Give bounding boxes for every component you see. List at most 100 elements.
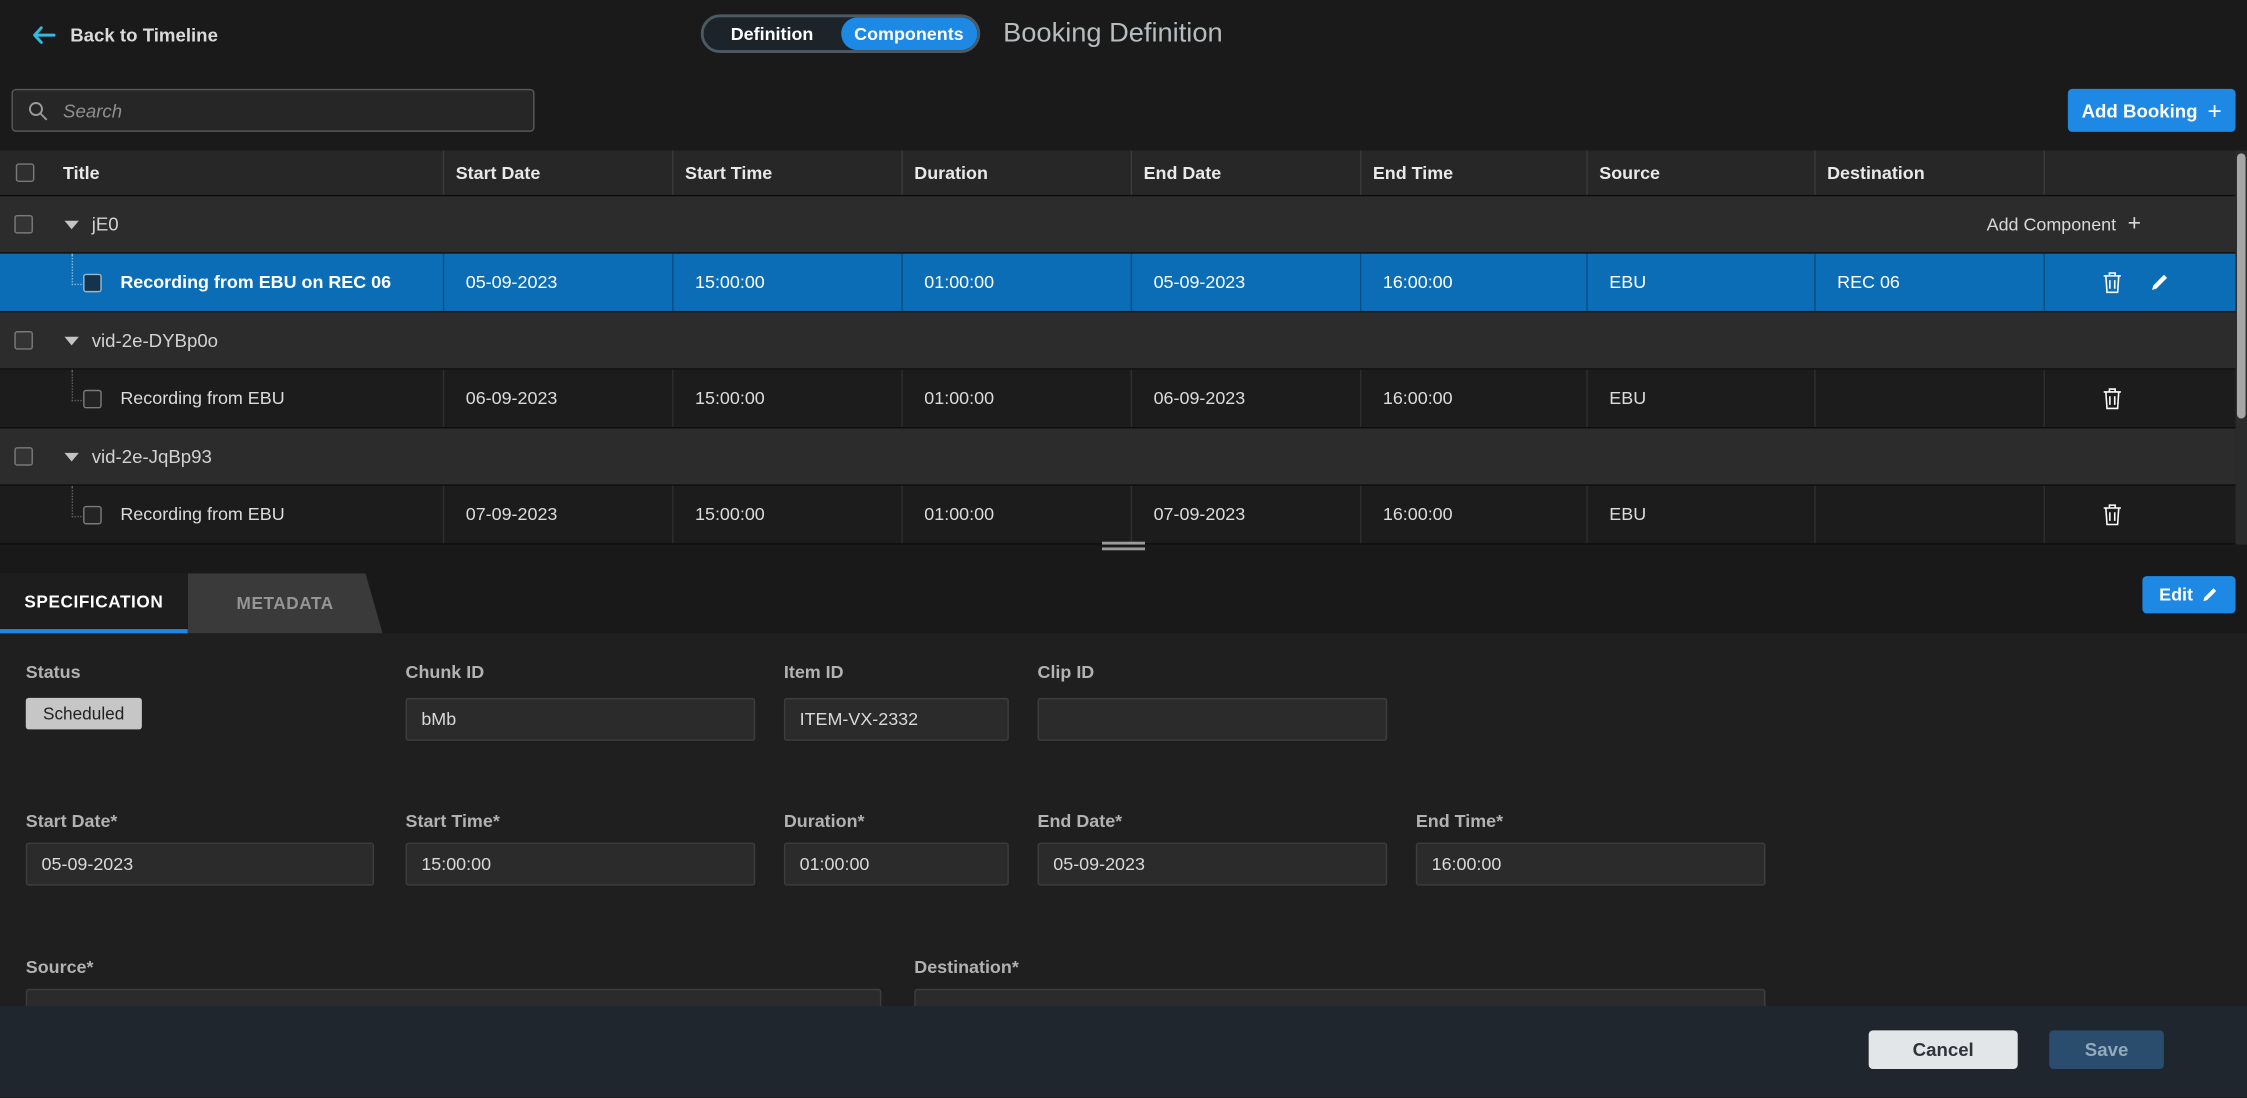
delete-button[interactable]: [2102, 503, 2122, 526]
group-row-vid-2e-DYBp0o[interactable]: vid-2e-DYBp0o: [0, 312, 2236, 369]
cell-source: EBU: [1588, 486, 1816, 543]
chunk-id-field[interactable]: [406, 698, 756, 741]
add-booking-button[interactable]: Add Booking +: [2068, 89, 2236, 132]
search-icon: [27, 100, 48, 121]
header-start-date: Start Date: [444, 150, 673, 194]
header-start-time: Start Time: [674, 150, 903, 194]
add-component-button[interactable]: Add Component +: [1987, 213, 2141, 236]
row-checkbox[interactable]: [83, 274, 102, 293]
cell-end-date: 06-09-2023: [1132, 370, 1361, 427]
cell-start-time: 15:00:00: [674, 486, 903, 543]
cell-end-date: 05-09-2023: [1132, 254, 1361, 311]
destination-field[interactable]: [914, 989, 1765, 1006]
toggle-definition[interactable]: Definition: [704, 17, 841, 50]
app-window: Back to Timeline Definition Components B…: [0, 0, 2247, 1098]
page-title: Booking Definition: [1003, 0, 1222, 69]
chevron-down-icon[interactable]: [64, 452, 78, 461]
row-actions: [2045, 370, 2236, 427]
group-name: vid-2e-DYBp0o: [92, 330, 218, 351]
cell-duration: 01:00:00: [903, 254, 1132, 311]
duration-field[interactable]: [784, 843, 1009, 886]
component-row[interactable]: Recording from EBU 07-09-2023 15:00:00 0…: [0, 486, 2236, 545]
header-end-date: End Date: [1132, 150, 1361, 194]
status-badge: Scheduled: [26, 698, 142, 730]
component-title-cell: Recording from EBU on REC 06: [0, 254, 444, 311]
back-to-timeline-button[interactable]: Back to Timeline: [32, 0, 218, 69]
cell-destination: REC 06: [1816, 254, 2045, 311]
group-row-jE0[interactable]: jE0 Add Component +: [0, 196, 2236, 253]
toggle-components[interactable]: Components: [840, 17, 977, 50]
row-checkbox[interactable]: [83, 506, 102, 525]
plus-icon: +: [2128, 213, 2141, 236]
tab-specification[interactable]: SPECIFICATION: [0, 573, 188, 633]
search-input[interactable]: [60, 98, 533, 122]
plus-icon: +: [2208, 98, 2222, 122]
header-source: Source: [1588, 150, 1816, 194]
status-label: Status: [26, 662, 81, 682]
footer-bar: Cancel Save: [0, 1006, 2247, 1098]
clip-id-label: Clip ID: [1038, 662, 1095, 682]
source-label: Source*: [26, 957, 94, 977]
search-box: [11, 89, 534, 132]
clip-id-field[interactable]: [1038, 698, 1388, 741]
start-time-label: Start Time*: [406, 811, 500, 831]
row-checkbox[interactable]: [83, 390, 102, 409]
tab-metadata[interactable]: METADATA: [188, 573, 383, 633]
chevron-down-icon[interactable]: [64, 336, 78, 345]
pencil-icon: [2150, 272, 2170, 292]
chunk-id-label: Chunk ID: [406, 662, 485, 682]
trash-icon: [2102, 271, 2122, 294]
edit-row-button[interactable]: [2150, 272, 2170, 292]
start-date-field[interactable]: [26, 843, 374, 886]
save-button[interactable]: Save: [2049, 1030, 2164, 1069]
header-actions: [2045, 150, 2236, 194]
toolbar: Add Booking +: [0, 69, 2247, 151]
header-title: Title: [0, 150, 444, 194]
group-row-vid-2e-JqBp93[interactable]: vid-2e-JqBp93: [0, 428, 2236, 485]
cell-start-date: 07-09-2023: [444, 486, 673, 543]
edit-button[interactable]: Edit: [2142, 576, 2235, 613]
row-checkbox[interactable]: [14, 447, 33, 466]
vertical-scrollbar[interactable]: [2236, 150, 2247, 544]
cell-end-time: 16:00:00: [1361, 486, 1587, 543]
bookings-table: Title Start Date Start Time Duration End…: [0, 150, 2236, 544]
panel-resize-handle[interactable]: [1102, 542, 1145, 553]
back-arrow-icon: [32, 24, 56, 45]
row-actions: [2045, 486, 2236, 543]
component-row-selected[interactable]: Recording from EBU on REC 06 05-09-2023 …: [0, 254, 2236, 313]
row-checkbox[interactable]: [14, 215, 33, 234]
cell-source: EBU: [1588, 370, 1816, 427]
start-time-field[interactable]: [406, 843, 756, 886]
end-time-field[interactable]: [1416, 843, 1766, 886]
row-actions: [2045, 254, 2236, 311]
cell-destination: [1816, 486, 2045, 543]
start-date-label: Start Date*: [26, 811, 118, 831]
component-title-cell: Recording from EBU: [0, 370, 444, 427]
end-date-field[interactable]: [1038, 843, 1388, 886]
cell-source: EBU: [1588, 254, 1816, 311]
delete-button[interactable]: [2102, 271, 2122, 294]
cell-end-date: 07-09-2023: [1132, 486, 1361, 543]
source-field[interactable]: [26, 989, 882, 1006]
row-checkbox[interactable]: [14, 331, 33, 350]
component-row[interactable]: Recording from EBU 06-09-2023 15:00:00 0…: [0, 370, 2236, 429]
duration-label: Duration*: [784, 811, 865, 831]
top-bar: Back to Timeline Definition Components B…: [0, 0, 2247, 69]
chevron-down-icon[interactable]: [64, 220, 78, 229]
cell-start-time: 15:00:00: [674, 254, 903, 311]
component-title: Recording from EBU on REC 06: [120, 272, 391, 292]
item-id-field[interactable]: [784, 698, 1009, 741]
cell-duration: 01:00:00: [903, 486, 1132, 543]
cancel-button[interactable]: Cancel: [1869, 1030, 2018, 1069]
header-duration: Duration: [903, 150, 1132, 194]
delete-button[interactable]: [2102, 387, 2122, 410]
add-booking-label: Add Booking: [2082, 100, 2198, 121]
edit-label: Edit: [2159, 585, 2193, 605]
select-all-checkbox[interactable]: [16, 163, 35, 182]
destination-label: Destination*: [914, 957, 1019, 977]
item-id-label: Item ID: [784, 662, 844, 682]
pencil-icon: [2202, 586, 2219, 603]
cell-start-time: 15:00:00: [674, 370, 903, 427]
scrollbar-thumb[interactable]: [2237, 153, 2246, 418]
cell-duration: 01:00:00: [903, 370, 1132, 427]
